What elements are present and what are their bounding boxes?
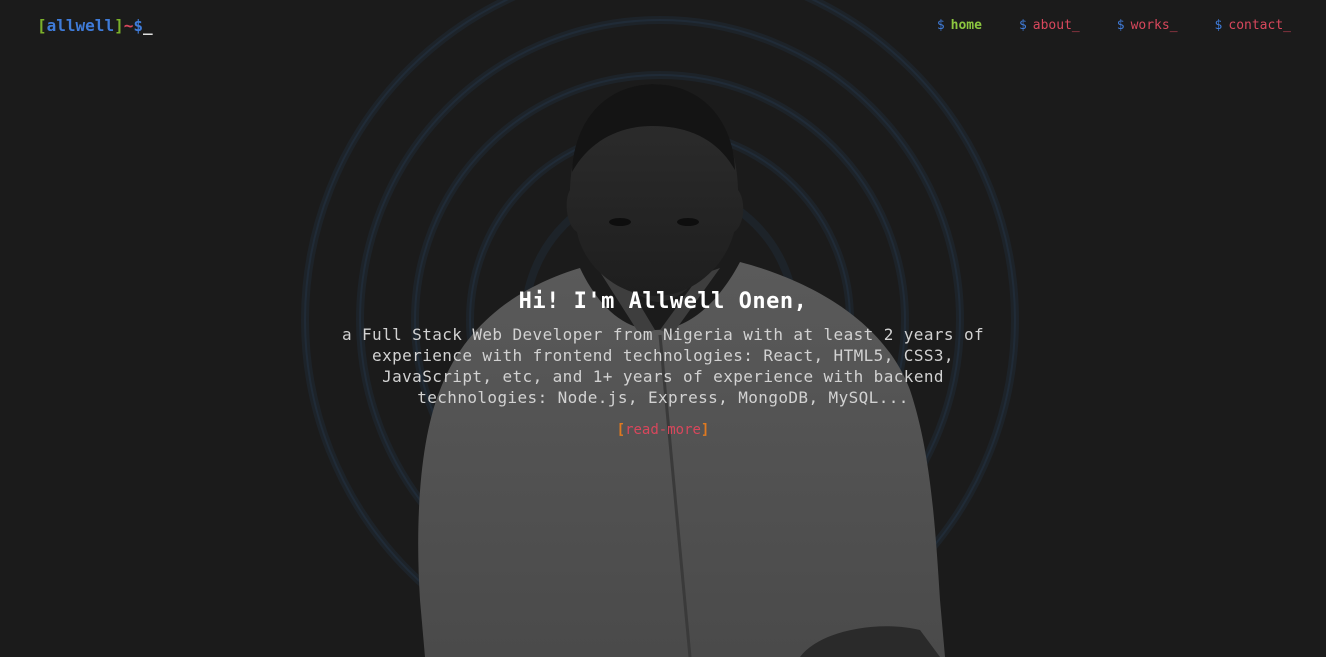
site-logo[interactable]: [allwell]~$_ [37,16,153,35]
nav-prompt: $ [936,18,945,33]
hero-section: Hi! I'm Allwell Onen, a Full Stack Web D… [340,286,986,438]
nav-prompt: $ [1214,18,1223,33]
nav-item-contact[interactable]: $ contact_ [1215,18,1291,33]
logo-tilde: ~ [123,16,134,35]
nav-label-works: works_ [1130,18,1178,33]
nav-item-works[interactable]: $ works_ [1117,18,1178,33]
main-nav: $ home $ about_ $ works_ $ contact_ [900,18,1291,33]
hero-title: Hi! I'm Allwell Onen, [518,289,808,314]
page: [allwell]~$_ $ home $ about_ $ works_ $ cont… [0,0,1326,657]
logo-open-bracket: [ [37,16,47,35]
nav-label-home: home [950,18,982,33]
hero-description: a Full Stack Web Developer from Nigeria … [341,325,985,407]
nav-item-about[interactable]: $ about_ [1019,18,1080,33]
site-header: [allwell]~$_ $ home $ about_ $ works_ $ cont… [0,0,1326,52]
read-more-label: read-more [625,422,701,438]
read-more-close-bracket: ] [700,422,710,438]
read-more-open-bracket: [ [616,422,626,438]
nav-label-contact: contact_ [1228,18,1291,33]
nav-prompt: $ [1116,18,1125,33]
nav-item-home[interactable]: $ home [937,18,982,33]
nav-prompt: $ [1018,18,1027,33]
read-more-link[interactable]: [read-more] [617,422,710,438]
logo-dollar: $ [133,16,143,35]
logo-name: allwell [46,16,115,35]
nav-label-about: about_ [1032,18,1080,33]
logo-close-bracket: ] [114,16,124,35]
logo-cursor: _ [143,16,153,35]
